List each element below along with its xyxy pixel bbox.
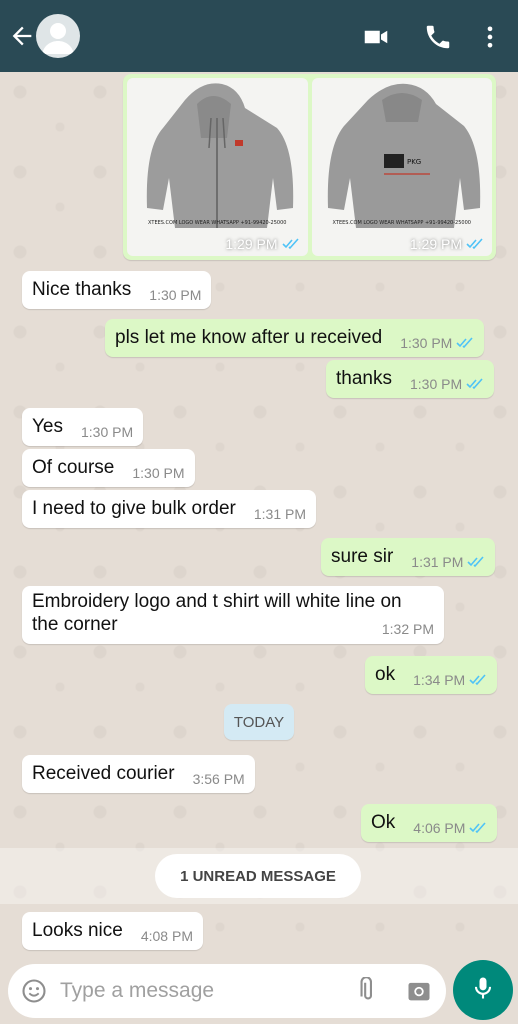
time-label: 1:34 PM	[413, 672, 466, 688]
read-ticks-icon	[456, 337, 473, 349]
read-ticks-icon	[281, 238, 299, 250]
hoodie-photo-1[interactable]: XTEES.COM LOGO WEAR WHATSAPP +91-99420-2…	[127, 78, 308, 256]
message-text: Yes	[32, 416, 63, 437]
message-time: 4:08 PM	[140, 928, 193, 944]
message-text: Of course	[32, 457, 115, 478]
message-text: sure sir	[331, 546, 394, 567]
message-time: 1:31 PM	[253, 506, 306, 522]
message-composer	[8, 964, 446, 1018]
incoming-message[interactable]: Looks nice 4:08 PM	[22, 912, 203, 950]
message-time: 1:34 PM	[413, 672, 487, 688]
message-text: Looks nice	[32, 920, 123, 941]
outgoing-message[interactable]: Ok 4:06 PM	[361, 804, 498, 842]
message-input[interactable]	[60, 974, 340, 1008]
chat-header	[0, 0, 518, 72]
message-text: Received courier	[32, 763, 175, 784]
back-arrow-icon[interactable]	[8, 22, 36, 50]
day-divider: TODAY	[224, 704, 294, 740]
outgoing-message[interactable]: sure sir 1:31 PM	[321, 538, 496, 576]
unread-divider: 1 UNREAD MESSAGE	[155, 854, 361, 898]
message-time: 4:06 PM	[413, 820, 487, 836]
time-label: 1:30 PM	[409, 376, 463, 392]
photo-watermark: XTEES.COM LOGO WEAR WHATSAPP +91-99420-2…	[332, 220, 471, 226]
video-call-icon[interactable]	[361, 22, 391, 52]
image-message[interactable]: XTEES.COM LOGO WEAR WHATSAPP +91-99420-2…	[123, 74, 496, 260]
read-ticks-icon	[466, 378, 483, 390]
message-time: 1:30 PM	[81, 424, 134, 440]
message-time: 3:56 PM	[192, 771, 245, 787]
read-ticks-icon	[466, 238, 483, 250]
phone-icon[interactable]	[423, 22, 453, 52]
image-timestamp: 1:29 PM	[410, 236, 484, 252]
read-ticks-icon	[467, 556, 485, 568]
message-time: 1:30 PM	[400, 335, 474, 351]
more-vert-icon[interactable]	[476, 22, 504, 52]
message-text: Ok	[371, 812, 396, 833]
incoming-message[interactable]: Nice thanks 1:30 PM	[22, 271, 212, 309]
incoming-message[interactable]: Of course 1:30 PM	[22, 449, 195, 487]
mic-icon	[469, 974, 497, 1007]
photo-watermark: XTEES.COM LOGO WEAR WHATSAPP +91-99420-2…	[148, 220, 287, 226]
message-text-line: Embroidery logo and t shirt will white l…	[32, 591, 402, 612]
avatar-icon[interactable]	[36, 14, 80, 58]
incoming-message[interactable]: Received courier 3:56 PM	[22, 755, 255, 793]
attach-icon[interactable]	[352, 976, 380, 1010]
outgoing-message[interactable]: thanks 1:30 PM	[326, 360, 495, 398]
incoming-message[interactable]: Embroidery logo and t shirt will white l…	[22, 586, 444, 644]
time-label: 1:29 PM	[409, 236, 462, 252]
read-ticks-icon	[469, 674, 486, 686]
message-time: 1:30 PM	[132, 465, 185, 481]
svg-text:PKG: PKG	[407, 158, 421, 166]
outgoing-message[interactable]: ok 1:34 PM	[365, 656, 498, 694]
message-text: thanks	[336, 368, 392, 389]
incoming-message[interactable]: I need to give bulk order 1:31 PM	[22, 490, 316, 528]
time-label: 1:29 PM	[225, 236, 278, 252]
message-time: 1:30 PM	[410, 376, 484, 392]
image-timestamp: 1:29 PM	[225, 236, 299, 252]
read-ticks-icon	[469, 822, 487, 834]
incoming-message[interactable]: Yes 1:30 PM	[22, 408, 144, 446]
chat-area[interactable]: XTEES.COM LOGO WEAR WHATSAPP +91-99420-2…	[0, 72, 518, 960]
time-label: 1:30 PM	[400, 335, 453, 351]
message-text: I need to give bulk order	[32, 498, 236, 519]
time-label: 1:31 PM	[411, 554, 464, 570]
message-time: 1:31 PM	[411, 554, 485, 570]
outgoing-message[interactable]: pls let me know after u received 1:30 PM	[105, 319, 485, 357]
time-label: 4:06 PM	[413, 820, 466, 836]
message-time: 1:30 PM	[149, 287, 202, 303]
message-text: ok	[375, 664, 396, 685]
hoodie-photo-2[interactable]: PKG XTEES.COM LOGO WEAR WHATSAPP +91-994…	[311, 78, 492, 256]
message-time: 1:32 PM	[381, 621, 434, 637]
message-text-line: the corner	[32, 614, 118, 635]
message-text: pls let me know after u received	[115, 327, 383, 348]
camera-icon[interactable]	[405, 977, 433, 1010]
mic-button[interactable]	[453, 960, 513, 1020]
message-text: Nice thanks	[32, 279, 132, 300]
emoji-icon[interactable]	[20, 977, 48, 1010]
